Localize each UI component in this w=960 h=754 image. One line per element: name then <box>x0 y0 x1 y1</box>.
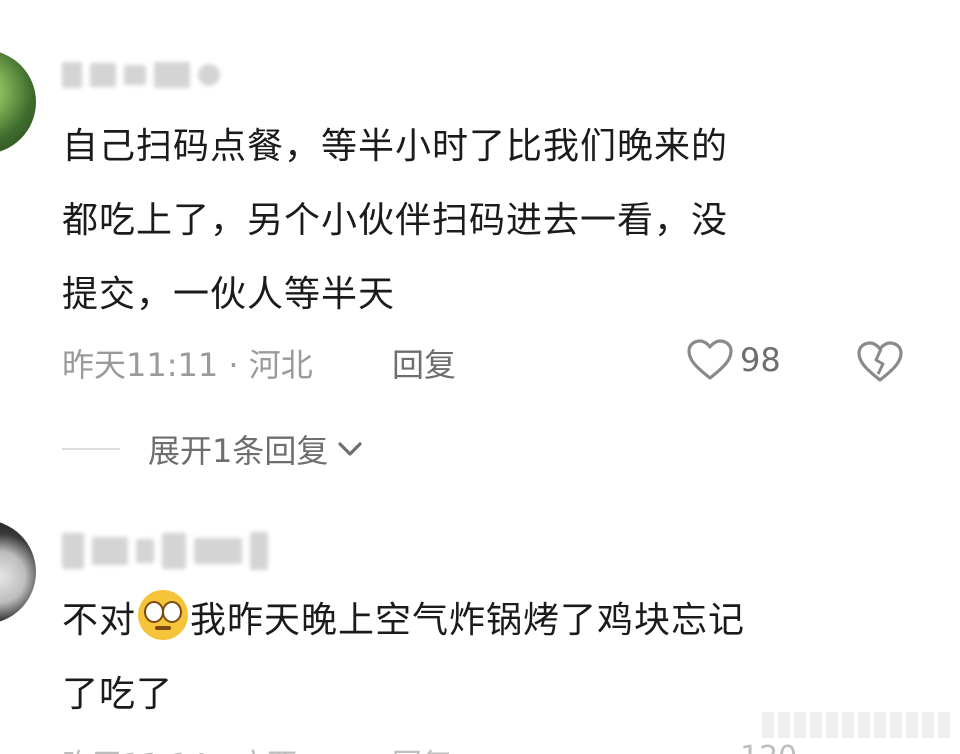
divider <box>62 448 120 450</box>
like-count: 120 <box>740 740 797 754</box>
expand-replies-label: 展开1条回复 <box>148 432 329 470</box>
expand-replies[interactable]: 展开1条回复 <box>62 426 366 472</box>
comment-text-segment: 我昨天晚上空气炸锅烤了鸡块忘记 <box>190 600 746 641</box>
username-blurred[interactable] <box>62 532 268 570</box>
comment-text-segment: 不对 <box>62 600 137 641</box>
comment-text: 不对 我昨天晚上空气炸锅烤了鸡块忘记 了吃了 <box>62 584 745 732</box>
dislike-button[interactable] <box>856 340 904 388</box>
like-button[interactable]: 98 <box>686 338 781 382</box>
comment-line: 不对 我昨天晚上空气炸锅烤了鸡块忘记 <box>62 584 745 658</box>
comment-line: 提交，一伙人等半天 <box>62 274 396 315</box>
username-blurred[interactable] <box>62 62 220 88</box>
comment-line: 都吃上了，另个小伙伴扫码进去一看，没 <box>62 200 729 241</box>
chevron-down-icon <box>338 442 362 456</box>
broken-heart-icon <box>857 341 903 382</box>
watermark <box>762 712 950 738</box>
heart-outline-icon <box>687 339 733 380</box>
like-count: 98 <box>740 341 781 379</box>
comment-line: 了吃了 <box>62 674 174 715</box>
comment-meta: 昨天11:14 · 广西 <box>62 740 297 754</box>
comment-line: 自己扫码点餐，等半小时了比我们晚来的 <box>62 126 729 167</box>
reply-button[interactable]: 回复 <box>392 740 452 754</box>
avatar[interactable] <box>0 50 36 154</box>
flushed-face-emoji-icon <box>138 590 189 640</box>
comment-meta: 昨天11:11 · 河北 <box>62 346 313 384</box>
comment-meta-partial: 昨天11:14 · 广西 回复 120 <box>0 736 960 754</box>
reply-button[interactable]: 回复 <box>392 340 456 386</box>
comment-text: 自己扫码点餐，等半小时了比我们晚来的 都吃上了，另个小伙伴扫码进去一看，没 提交… <box>62 110 728 332</box>
avatar[interactable] <box>0 520 36 624</box>
